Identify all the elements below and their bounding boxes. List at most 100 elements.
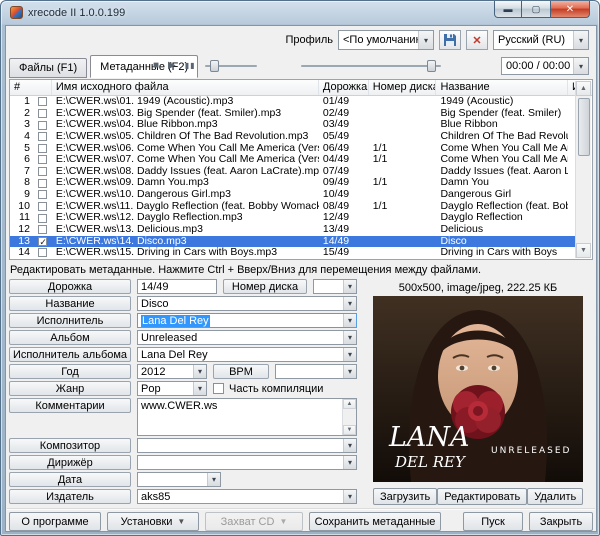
row-checkbox[interactable] <box>38 190 47 199</box>
composer-label-button[interactable]: Композитор <box>9 438 131 453</box>
row-checkbox[interactable] <box>38 179 47 188</box>
table-row[interactable]: 9 E:\CWER.ws\10. Dangerous Girl.mp3 10/4… <box>10 189 576 201</box>
table-row[interactable]: 13 E:\CWER.ws\14. Disco.mp3 14/49 Disco <box>10 236 576 248</box>
composer-input[interactable]: ▾ <box>137 438 357 453</box>
album-input[interactable]: Unreleased▾ <box>137 330 357 345</box>
row-checkbox-cell[interactable] <box>34 247 52 259</box>
tab-files[interactable]: Файлы (F1) <box>9 58 87 78</box>
table-row[interactable]: 14 E:\CWER.ws\15. Driving in Cars with B… <box>10 247 576 259</box>
header-title[interactable]: Название <box>436 80 568 95</box>
row-checkbox-cell[interactable] <box>34 154 52 166</box>
delete-profile-button[interactable]: ✕ <box>466 30 488 50</box>
table-row[interactable]: 10 E:\CWER.ws\11. Dayglo Reflection (fea… <box>10 201 576 213</box>
volume-slider[interactable] <box>301 58 441 74</box>
row-checkbox-cell[interactable] <box>34 224 52 236</box>
publisher-label-button[interactable]: Издатель <box>9 489 131 504</box>
scroll-down-icon[interactable]: ▼ <box>343 425 356 435</box>
table-row[interactable]: 4 E:\CWER.ws\05. Children Of The Bad Rev… <box>10 131 576 143</box>
table-row[interactable]: 2 E:\CWER.ws\03. Big Spender (feat. Smil… <box>10 108 576 120</box>
header-disc[interactable]: Номер диска <box>369 80 437 95</box>
row-checkbox-cell[interactable] <box>34 189 52 201</box>
profile-combo[interactable]: <По умолчанию> ▾ <box>338 30 434 50</box>
table-row[interactable]: 1 E:\CWER.ws\01. 1949 (Acoustic).mp3 01/… <box>10 96 576 108</box>
slider-thumb[interactable] <box>427 60 436 72</box>
genre-input[interactable]: Pop▾ <box>137 381 207 396</box>
scroll-up-icon[interactable]: ▲ <box>343 399 356 409</box>
row-checkbox[interactable] <box>38 121 47 130</box>
header-number[interactable]: # <box>10 80 52 95</box>
chevron-down-icon[interactable]: ▾ <box>573 31 588 49</box>
chevron-down-icon[interactable]: ▾ <box>343 314 356 327</box>
row-checkbox[interactable] <box>38 97 47 106</box>
comments-scrollbar[interactable]: ▲▼ <box>342 399 356 435</box>
chevron-down-icon[interactable]: ▾ <box>343 297 356 310</box>
save-metadata-button[interactable]: Сохранить метаданные <box>309 512 441 531</box>
row-checkbox[interactable] <box>38 202 47 211</box>
chevron-down-icon[interactable]: ▾ <box>193 365 206 378</box>
album-artist-input[interactable]: Lana Del Rey▾ <box>137 347 357 362</box>
language-combo[interactable]: Русский (RU) ▾ <box>493 30 589 50</box>
row-checkbox-cell[interactable] <box>34 177 52 189</box>
chevron-down-icon[interactable]: ▾ <box>193 382 206 395</box>
row-checkbox-cell[interactable] <box>34 96 52 108</box>
about-button[interactable]: О программе <box>9 512 101 531</box>
table-row[interactable]: 7 E:\CWER.ws\08. Daddy Issues (feat. Aar… <box>10 166 576 178</box>
chevron-down-icon[interactable]: ▾ <box>343 490 356 503</box>
scrollbar-thumb[interactable] <box>578 98 590 156</box>
row-checkbox[interactable] <box>38 214 47 223</box>
chevron-down-icon[interactable]: ▾ <box>343 348 356 361</box>
bpm-input[interactable]: ▾ <box>275 364 357 379</box>
track-input[interactable]: 14/49 <box>137 279 217 294</box>
row-checkbox-cell[interactable] <box>34 212 52 224</box>
comments-label-button[interactable]: Комментарии <box>9 398 131 413</box>
cover-edit-button[interactable]: Редактировать <box>437 488 527 505</box>
title-input[interactable]: Disco▾ <box>137 296 357 311</box>
year-label-button[interactable]: Год <box>9 364 131 379</box>
row-checkbox[interactable] <box>38 237 47 246</box>
disc-input[interactable]: ▾ <box>313 279 357 294</box>
disc-label-button[interactable]: Номер диска <box>223 279 307 294</box>
artist-label-button[interactable]: Исполнитель <box>9 313 131 328</box>
conductor-input[interactable]: ▾ <box>137 455 357 470</box>
table-row[interactable]: 6 E:\CWER.ws\07. Come When You Call Me A… <box>10 154 576 166</box>
track-label-button[interactable]: Дорожка <box>9 279 131 294</box>
stop-button[interactable]: ■ <box>153 58 159 74</box>
table-row[interactable]: 8 E:\CWER.ws\09. Damn You.mp3 09/49 1/1 … <box>10 177 576 189</box>
row-checkbox[interactable] <box>38 109 47 118</box>
row-checkbox-cell[interactable] <box>34 166 52 178</box>
row-checkbox[interactable] <box>38 132 47 141</box>
year-input[interactable]: 2012▾ <box>137 364 207 379</box>
start-button[interactable]: Пуск <box>463 512 523 531</box>
table-scrollbar[interactable]: ▲ ▼ <box>575 81 591 258</box>
compilation-checkbox[interactable] <box>213 383 224 394</box>
chevron-down-icon[interactable]: ▾ <box>343 280 356 293</box>
cover-load-button[interactable]: Загрузить <box>373 488 437 505</box>
row-checkbox-cell[interactable] <box>34 119 52 131</box>
pause-button[interactable]: ▮▮ <box>185 58 196 74</box>
row-checkbox-cell[interactable] <box>34 131 52 143</box>
chevron-down-icon[interactable]: ▾ <box>207 473 220 486</box>
scroll-up-icon[interactable]: ▲ <box>576 81 591 96</box>
row-checkbox[interactable] <box>38 167 47 176</box>
album-artist-label-button[interactable]: Исполнитель альбома <box>9 347 131 362</box>
chevron-down-icon[interactable]: ▼ <box>177 517 185 526</box>
chevron-down-icon[interactable]: ▾ <box>343 439 356 452</box>
row-checkbox[interactable] <box>38 248 47 257</box>
bpm-label-button[interactable]: BPM <box>213 364 269 379</box>
play-button[interactable]: ▶ <box>168 58 176 74</box>
maximize-button[interactable]: ▢ <box>522 1 550 18</box>
minimize-button[interactable]: ▬ <box>494 1 522 18</box>
close-window-button[interactable]: Закрыть <box>529 512 593 531</box>
table-row[interactable]: 11 E:\CWER.ws\12. Dayglo Reflection.mp3 … <box>10 212 576 224</box>
cover-delete-button[interactable]: Удалить <box>527 488 583 505</box>
table-row[interactable]: 5 E:\CWER.ws\06. Come When You Call Me A… <box>10 143 576 155</box>
chevron-down-icon[interactable]: ▾ <box>343 331 356 344</box>
row-checkbox-cell[interactable] <box>34 143 52 155</box>
row-checkbox-cell[interactable] <box>34 236 52 248</box>
table-row[interactable]: 12 E:\CWER.ws\13. Delicious.mp3 13/49 De… <box>10 224 576 236</box>
chevron-down-icon[interactable]: ▾ <box>573 58 588 74</box>
album-label-button[interactable]: Альбом <box>9 330 131 345</box>
close-button[interactable]: ✕ <box>550 1 590 18</box>
chevron-down-icon[interactable]: ▾ <box>343 365 356 378</box>
chevron-down-icon[interactable]: ▾ <box>418 31 433 49</box>
